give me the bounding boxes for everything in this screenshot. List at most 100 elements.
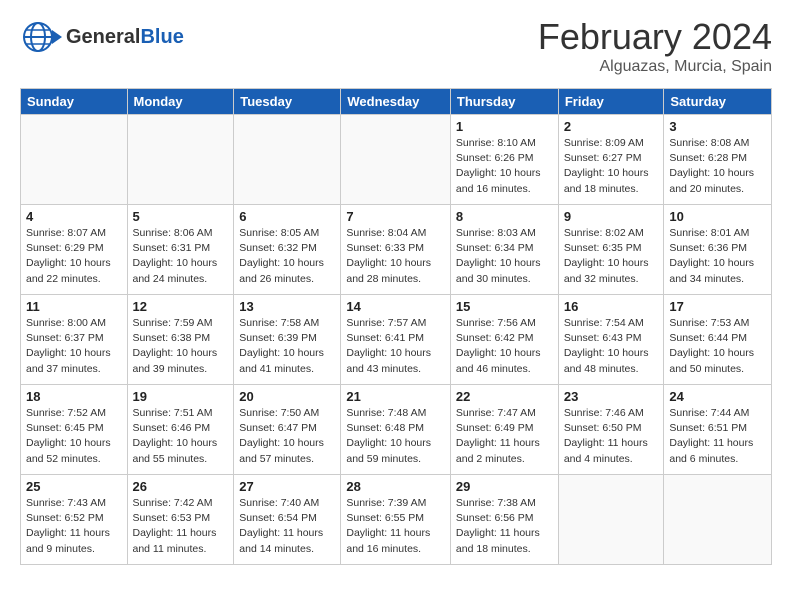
- day-info: Sunrise: 7:50 AM Sunset: 6:47 PM Dayligh…: [239, 406, 335, 467]
- day-info: Sunrise: 7:52 AM Sunset: 6:45 PM Dayligh…: [26, 406, 122, 467]
- col-tuesday: Tuesday: [234, 89, 341, 115]
- calendar-cell: 8Sunrise: 8:03 AM Sunset: 6:34 PM Daylig…: [450, 205, 558, 295]
- calendar-cell: 20 Sunrise: 7:50 AM Sunset: 6:47 PM Dayli…: [234, 385, 341, 475]
- logo-blue-text: Blue: [140, 26, 183, 48]
- calendar-cell: 10 Sunrise: 8:01 AM Sunset: 6:36 PM Dayli…: [664, 205, 772, 295]
- calendar-cell: [341, 115, 451, 205]
- day-number: 11: [26, 299, 122, 314]
- day-info: Sunrise: 7:48 AM Sunset: 6:48 PM Dayligh…: [346, 406, 445, 467]
- day-number: 18: [26, 389, 122, 404]
- calendar-cell: 1 Sunrise: 8:10 AM Sunset: 6:26 PM Daylig…: [450, 115, 558, 205]
- col-saturday: Saturday: [664, 89, 772, 115]
- day-number: 2: [564, 119, 659, 134]
- location: Alguazas, Murcia, Spain: [538, 58, 772, 76]
- day-info: Sunrise: 8:06 AM Sunset: 6:31 PM Dayligh…: [133, 226, 229, 287]
- day-number: 17: [669, 299, 766, 314]
- day-number: 27: [239, 479, 335, 494]
- calendar-cell: 5 Sunrise: 8:06 AM Sunset: 6:31 PM Daylig…: [127, 205, 234, 295]
- day-info: Sunrise: 8:09 AM Sunset: 6:27 PM Dayligh…: [564, 136, 659, 197]
- calendar-cell: 24Sunrise: 7:44 AM Sunset: 6:51 PM Dayli…: [664, 385, 772, 475]
- calendar-cell: 15 Sunrise: 7:56 AM Sunset: 6:42 PM Dayli…: [450, 295, 558, 385]
- day-info: Sunrise: 7:42 AM Sunset: 6:53 PM Dayligh…: [133, 496, 229, 557]
- day-number: 13: [239, 299, 335, 314]
- calendar-cell: 18 Sunrise: 7:52 AM Sunset: 6:45 PM Dayli…: [21, 385, 128, 475]
- calendar-cell: [558, 475, 664, 565]
- calendar-cell: 21Sunrise: 7:48 AM Sunset: 6:48 PM Dayli…: [341, 385, 451, 475]
- day-number: 29: [456, 479, 553, 494]
- day-number: 9: [564, 209, 659, 224]
- day-info: Sunrise: 8:10 AM Sunset: 6:26 PM Dayligh…: [456, 136, 553, 197]
- calendar-cell: 23 Sunrise: 7:46 AM Sunset: 6:50 PM Dayli…: [558, 385, 664, 475]
- day-number: 25: [26, 479, 122, 494]
- day-number: 23: [564, 389, 659, 404]
- day-info: Sunrise: 8:01 AM Sunset: 6:36 PM Dayligh…: [669, 226, 766, 287]
- header: GeneralBlue February 2024 Alguazas, Murc…: [20, 16, 772, 76]
- calendar-cell: 22 Sunrise: 7:47 AM Sunset: 6:49 PM Dayli…: [450, 385, 558, 475]
- col-thursday: Thursday: [450, 89, 558, 115]
- col-monday: Monday: [127, 89, 234, 115]
- day-info: Sunrise: 7:58 AM Sunset: 6:39 PM Dayligh…: [239, 316, 335, 377]
- day-number: 10: [669, 209, 766, 224]
- calendar-cell: [234, 115, 341, 205]
- day-info: Sunrise: 8:04 AM Sunset: 6:33 PM Dayligh…: [346, 226, 445, 287]
- calendar-cell: 7 Sunrise: 8:04 AM Sunset: 6:33 PM Daylig…: [341, 205, 451, 295]
- calendar-cell: 2 Sunrise: 8:09 AM Sunset: 6:27 PM Daylig…: [558, 115, 664, 205]
- day-info: Sunrise: 7:44 AM Sunset: 6:51 PM Dayligh…: [669, 406, 766, 467]
- day-info: Sunrise: 7:51 AM Sunset: 6:46 PM Dayligh…: [133, 406, 229, 467]
- day-info: Sunrise: 7:46 AM Sunset: 6:50 PM Dayligh…: [564, 406, 659, 467]
- month-title: February 2024: [538, 16, 772, 58]
- calendar-cell: 4Sunrise: 8:07 AM Sunset: 6:29 PM Daylig…: [21, 205, 128, 295]
- day-info: Sunrise: 8:02 AM Sunset: 6:35 PM Dayligh…: [564, 226, 659, 287]
- calendar-cell: 6Sunrise: 8:05 AM Sunset: 6:32 PM Daylig…: [234, 205, 341, 295]
- logo-text-block: GeneralBlue: [66, 26, 184, 48]
- calendar-cell: 9 Sunrise: 8:02 AM Sunset: 6:35 PM Daylig…: [558, 205, 664, 295]
- calendar-cell: 17 Sunrise: 7:53 AM Sunset: 6:44 PM Dayli…: [664, 295, 772, 385]
- day-info: Sunrise: 8:00 AM Sunset: 6:37 PM Dayligh…: [26, 316, 122, 377]
- day-info: Sunrise: 8:03 AM Sunset: 6:34 PM Dayligh…: [456, 226, 553, 287]
- day-number: 1: [456, 119, 553, 134]
- calendar-cell: 12 Sunrise: 7:59 AM Sunset: 6:38 PM Dayli…: [127, 295, 234, 385]
- day-number: 5: [133, 209, 229, 224]
- calendar-cell: 19 Sunrise: 7:51 AM Sunset: 6:46 PM Dayli…: [127, 385, 234, 475]
- day-info: Sunrise: 7:59 AM Sunset: 6:38 PM Dayligh…: [133, 316, 229, 377]
- col-friday: Friday: [558, 89, 664, 115]
- calendar-cell: [127, 115, 234, 205]
- day-info: Sunrise: 8:07 AM Sunset: 6:29 PM Dayligh…: [26, 226, 122, 287]
- day-number: 19: [133, 389, 229, 404]
- day-info: Sunrise: 7:40 AM Sunset: 6:54 PM Dayligh…: [239, 496, 335, 557]
- day-info: Sunrise: 7:47 AM Sunset: 6:49 PM Dayligh…: [456, 406, 553, 467]
- day-number: 26: [133, 479, 229, 494]
- day-info: Sunrise: 7:43 AM Sunset: 6:52 PM Dayligh…: [26, 496, 122, 557]
- calendar-cell: [21, 115, 128, 205]
- col-sunday: Sunday: [21, 89, 128, 115]
- logo-general: General: [66, 26, 140, 48]
- day-info: Sunrise: 7:56 AM Sunset: 6:42 PM Dayligh…: [456, 316, 553, 377]
- calendar-cell: 14Sunrise: 7:57 AM Sunset: 6:41 PM Dayli…: [341, 295, 451, 385]
- day-number: 14: [346, 299, 445, 314]
- col-wednesday: Wednesday: [341, 89, 451, 115]
- day-number: 3: [669, 119, 766, 134]
- day-number: 28: [346, 479, 445, 494]
- day-info: Sunrise: 7:53 AM Sunset: 6:44 PM Dayligh…: [669, 316, 766, 377]
- calendar-header: Sunday Monday Tuesday Wednesday Thursday…: [21, 89, 772, 115]
- day-info: Sunrise: 7:54 AM Sunset: 6:43 PM Dayligh…: [564, 316, 659, 377]
- day-number: 16: [564, 299, 659, 314]
- day-number: 22: [456, 389, 553, 404]
- calendar-cell: 13 Sunrise: 7:58 AM Sunset: 6:39 PM Dayli…: [234, 295, 341, 385]
- calendar-cell: 25 Sunrise: 7:43 AM Sunset: 6:52 PM Dayli…: [21, 475, 128, 565]
- calendar-table: Sunday Monday Tuesday Wednesday Thursday…: [20, 88, 772, 565]
- day-number: 15: [456, 299, 553, 314]
- day-number: 20: [239, 389, 335, 404]
- calendar-body: 1 Sunrise: 8:10 AM Sunset: 6:26 PM Daylig…: [21, 115, 772, 565]
- logo-icon: [20, 16, 62, 58]
- day-info: Sunrise: 8:05 AM Sunset: 6:32 PM Dayligh…: [239, 226, 335, 287]
- day-number: 12: [133, 299, 229, 314]
- calendar-cell: 11 Sunrise: 8:00 AM Sunset: 6:37 PM Dayli…: [21, 295, 128, 385]
- title-block: February 2024 Alguazas, Murcia, Spain: [538, 16, 772, 76]
- calendar-cell: 29Sunrise: 7:38 AM Sunset: 6:56 PM Dayli…: [450, 475, 558, 565]
- calendar-cell: [664, 475, 772, 565]
- calendar-cell: 28Sunrise: 7:39 AM Sunset: 6:55 PM Dayli…: [341, 475, 451, 565]
- day-info: Sunrise: 8:08 AM Sunset: 6:28 PM Dayligh…: [669, 136, 766, 197]
- logo: GeneralBlue: [20, 16, 184, 58]
- day-number: 7: [346, 209, 445, 224]
